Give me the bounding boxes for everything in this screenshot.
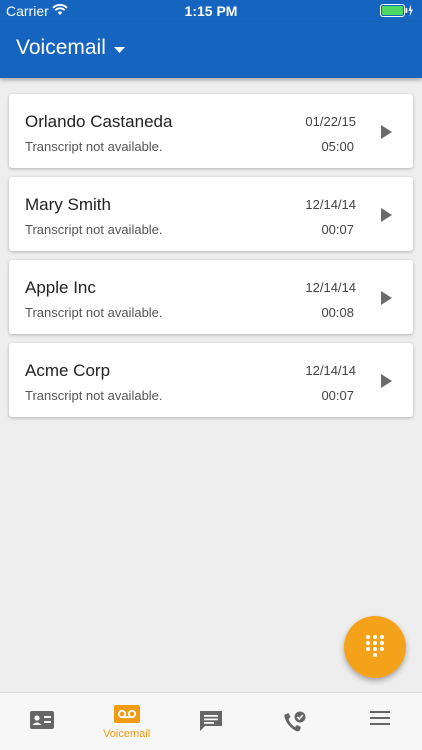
caller-name: Apple Inc [25, 278, 96, 297]
status-bar: Carrier 1:15 PM [0, 0, 422, 22]
voicemail-date: 12/14/14 [305, 197, 356, 212]
contacts-card-icon [30, 711, 55, 734]
transcript-text: Transcript not available. [25, 139, 163, 154]
bottom-navigation: Voicemail [0, 692, 422, 750]
voicemail-date: 01/22/15 [305, 114, 356, 129]
nav-messages[interactable] [169, 693, 253, 750]
voicemail-item[interactable]: Apple Inc Transcript not available. 12/1… [9, 260, 413, 334]
nav-contacts[interactable] [0, 693, 84, 750]
voicemail-item[interactable]: Acme Corp Transcript not available. 12/1… [9, 343, 413, 417]
nav-voicemail[interactable]: Voicemail [84, 693, 168, 750]
caller-name: Acme Corp [25, 361, 111, 380]
battery-charging-icon [380, 4, 414, 20]
play-icon[interactable] [381, 208, 392, 222]
play-icon[interactable] [381, 374, 392, 388]
voicemail-duration: 00:07 [321, 222, 354, 237]
transcript-text: Transcript not available. [25, 305, 163, 320]
voicemail-item[interactable]: Orlando Castaneda Transcript not availab… [9, 94, 413, 168]
voicemail-duration: 05:00 [321, 139, 354, 154]
voicemail-duration: 00:07 [321, 388, 354, 403]
caret-down-icon [113, 40, 125, 58]
call-history-icon [283, 711, 307, 738]
nav-call-history[interactable] [253, 693, 337, 750]
nav-voicemail-label: Voicemail [103, 728, 151, 740]
status-time: 1:15 PM [184, 3, 238, 19]
dialpad-button[interactable] [344, 616, 406, 678]
nav-menu[interactable] [338, 693, 422, 750]
voicemail-icon [113, 705, 140, 728]
play-icon[interactable] [381, 125, 392, 139]
page-title: Voicemail [16, 36, 106, 59]
app-bar: Voicemail [0, 22, 422, 78]
play-icon[interactable] [381, 291, 392, 305]
menu-icon [369, 711, 390, 730]
caller-name: Mary Smith [25, 195, 111, 214]
caller-name: Orlando Castaneda [25, 112, 173, 131]
voicemail-date: 12/14/14 [305, 363, 356, 378]
transcript-text: Transcript not available. [25, 222, 163, 237]
view-selector-dropdown[interactable]: Voicemail [16, 36, 125, 60]
transcript-text: Transcript not available. [25, 388, 163, 403]
voicemail-duration: 00:08 [321, 305, 354, 320]
voicemail-date: 12/14/14 [305, 280, 356, 295]
dialpad-icon [366, 635, 384, 659]
voicemail-list: Orlando Castaneda Transcript not availab… [9, 94, 413, 426]
voicemail-item[interactable]: Mary Smith Transcript not available. 12/… [9, 177, 413, 251]
message-icon [200, 711, 223, 736]
